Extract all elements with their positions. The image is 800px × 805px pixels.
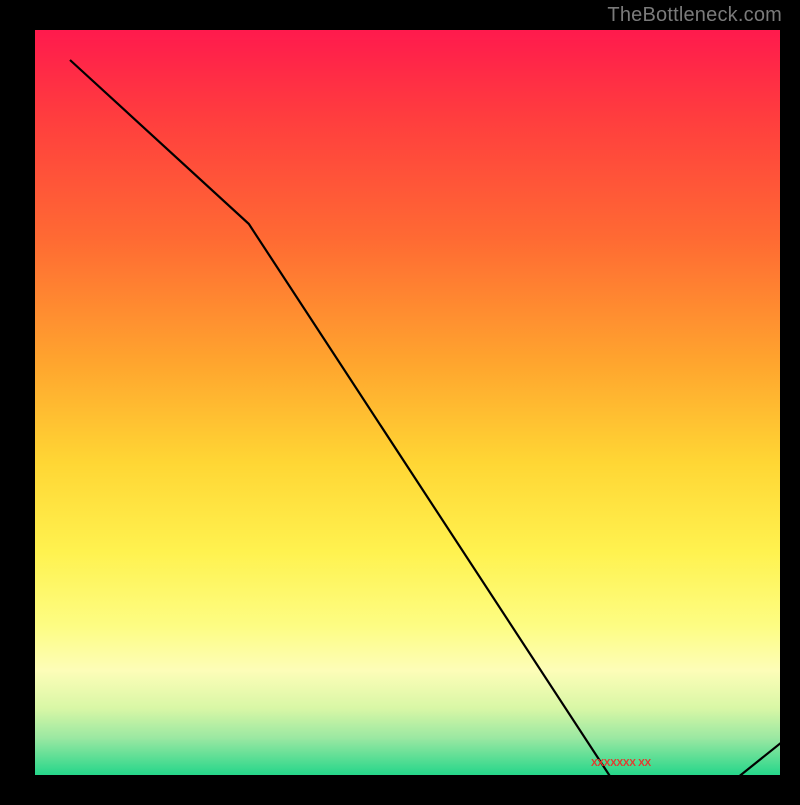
- chart-line-svg: [70, 60, 800, 805]
- plot-area: [35, 30, 780, 775]
- chart-container: TheBottleneck.com XXXXXXX XX: [0, 0, 800, 800]
- bottleneck-curve-path: [70, 60, 800, 805]
- watermark-text: TheBottleneck.com: [607, 4, 782, 27]
- annotation-label: XXXXXXX XX: [591, 758, 651, 769]
- axis-bottom: [33, 775, 782, 777]
- axis-right: [780, 28, 782, 777]
- axis-left: [33, 28, 35, 777]
